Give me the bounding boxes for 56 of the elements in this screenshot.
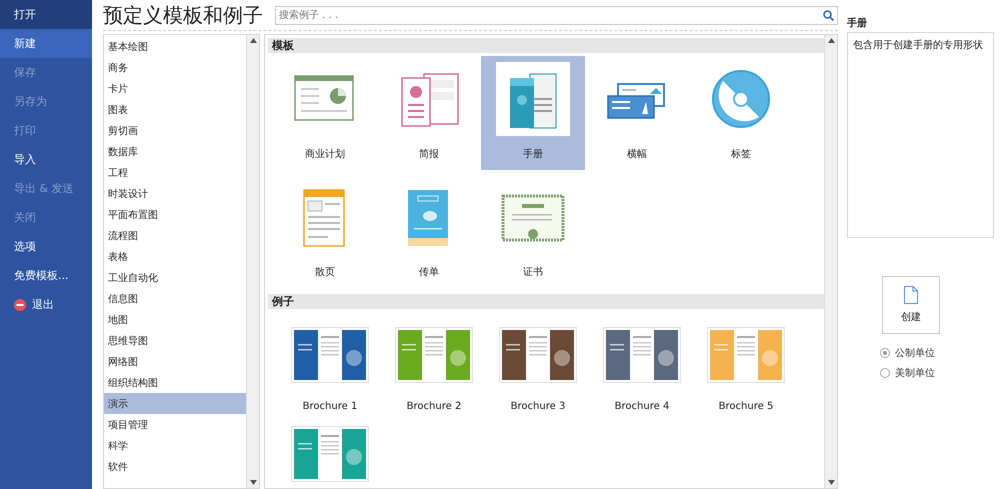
category-item[interactable]: 流程图	[104, 225, 246, 246]
template-tile[interactable]: 散页	[273, 174, 377, 288]
menu-item[interactable]: 新建	[0, 29, 92, 58]
details-title: 手册	[847, 16, 868, 31]
menu-item[interactable]: 选项	[0, 232, 92, 261]
category-item[interactable]: 商务	[104, 57, 246, 78]
menu-item[interactable]: 导入	[0, 145, 92, 174]
template-tile[interactable]: 标签	[689, 56, 793, 170]
category-item[interactable]: 思维导图	[104, 330, 246, 351]
exit-icon	[14, 298, 26, 310]
section-header: 例子	[268, 294, 824, 309]
unit-radio[interactable]: 公制单位	[880, 346, 994, 360]
category-item[interactable]: 科学	[104, 435, 246, 456]
example-label: Brochure 5	[718, 401, 774, 412]
category-item[interactable]: 数据库	[104, 141, 246, 162]
category-item[interactable]: 信息图	[104, 288, 246, 309]
category-item[interactable]: 工业自动化	[104, 267, 246, 288]
category-item[interactable]: 工程	[104, 162, 246, 183]
category-item[interactable]: 网络图	[104, 351, 246, 372]
search-icon[interactable]	[823, 10, 834, 20]
category-item[interactable]: 时装设计	[104, 183, 246, 204]
section-header: 模板	[268, 38, 824, 53]
category-item[interactable]: 演示	[104, 393, 246, 414]
template-tile[interactable]: 手册	[481, 56, 585, 170]
category-item[interactable]: 项目管理	[104, 414, 246, 435]
scroll-up-icon[interactable]	[250, 38, 256, 43]
category-item[interactable]: 剪切画	[104, 120, 246, 141]
create-button[interactable]: 创建	[882, 276, 940, 334]
example-label: Brochure 3	[510, 401, 566, 412]
description-box: 包含用于创建手册的专用形状	[847, 32, 994, 238]
menu-item[interactable]: 免费模板...	[0, 261, 92, 290]
search-field[interactable]: 搜索例子 . . .	[275, 6, 838, 24]
scroll-down-icon[interactable]	[250, 480, 256, 485]
category-item[interactable]: 地图	[104, 309, 246, 330]
category-item[interactable]: 平面布置图	[104, 204, 246, 225]
category-item[interactable]: 组织结构图	[104, 372, 246, 393]
template-tile[interactable]: 简报	[377, 56, 481, 170]
unit-radio[interactable]: 美制单位	[880, 366, 994, 380]
category-item[interactable]: 基本绘图	[104, 36, 246, 57]
page-title: 预定义模板和例子	[103, 2, 263, 28]
template-tile[interactable]: 横幅	[585, 56, 689, 170]
template-tile[interactable]: 传单	[377, 174, 481, 288]
scroll-up-icon[interactable]	[828, 38, 834, 43]
category-item[interactable]: 表格	[104, 246, 246, 267]
template-tile[interactable]: 商业计划	[273, 56, 377, 170]
scroll-down-icon[interactable]	[828, 480, 834, 485]
example-label: Brochure 1	[302, 401, 358, 412]
category-item[interactable]: 卡片	[104, 78, 246, 99]
template-tile[interactable]: 证书	[481, 174, 585, 288]
example-label: Brochure 2	[406, 401, 462, 412]
category-item[interactable]: 图表	[104, 99, 246, 120]
document-icon	[904, 286, 918, 304]
example-label: Brochure 4	[614, 401, 670, 412]
category-item[interactable]: 软件	[104, 456, 246, 477]
menu-item[interactable]: 打开	[0, 0, 92, 29]
menu-item[interactable]: 退出	[0, 290, 92, 319]
